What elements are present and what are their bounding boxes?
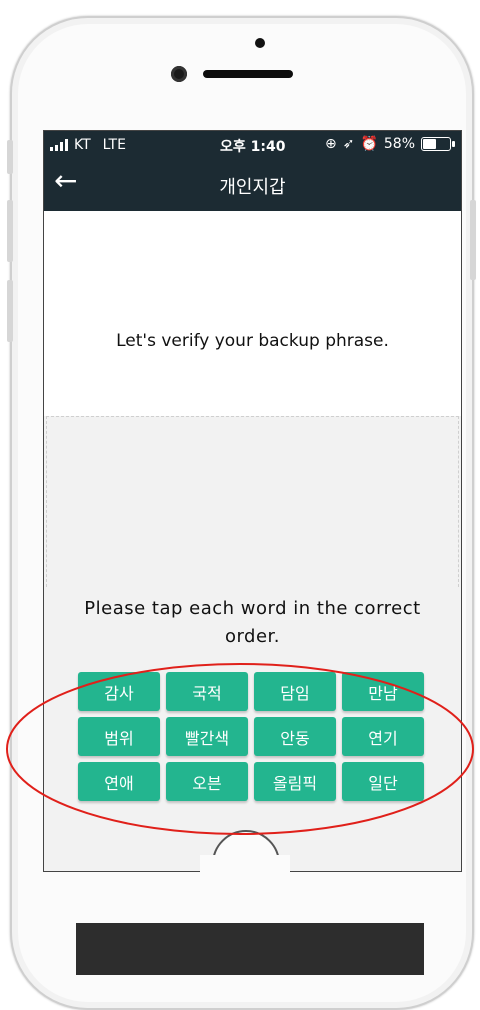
word-button[interactable]: 국적 bbox=[166, 672, 248, 711]
word-button[interactable]: 담임 bbox=[254, 672, 336, 711]
signal-icon bbox=[50, 139, 68, 151]
earpiece-speaker bbox=[203, 70, 293, 78]
page-title: 개인지갑 bbox=[219, 177, 286, 198]
word-button[interactable]: 연애 bbox=[78, 762, 160, 801]
location-icon: ➶ bbox=[342, 136, 355, 152]
network-label: LTE bbox=[102, 137, 126, 153]
proximity-sensor bbox=[255, 38, 265, 48]
alarm-icon: ⏰ bbox=[360, 136, 378, 152]
verify-text: Let's verify your backup phrase. bbox=[116, 331, 389, 351]
carrier-label: KT bbox=[74, 137, 91, 153]
mute-switch bbox=[7, 140, 13, 174]
home-button-mask bbox=[200, 855, 290, 903]
orientation-lock-icon: ⊕ bbox=[324, 136, 337, 152]
word-button[interactable]: 만남 bbox=[342, 672, 424, 711]
volume-down-button bbox=[7, 280, 13, 342]
word-button[interactable]: 감사 bbox=[78, 672, 160, 711]
battery-icon bbox=[421, 137, 455, 151]
word-button-grid: 감사 국적 담임 만남범위 빨간색 안동 연기연애 오븐 올림픽 일단 bbox=[78, 672, 424, 801]
screen: KT LTE 오후 1:40 ⊕ ➶ ⏰ 58% ← 개인지갑 Let's ve… bbox=[43, 130, 462, 872]
selected-words-dropzone[interactable] bbox=[46, 416, 459, 587]
bottom-overlay-bar bbox=[76, 923, 424, 975]
intro-area: Let's verify your backup phrase. bbox=[44, 211, 461, 416]
word-button[interactable]: 오븐 bbox=[166, 762, 248, 801]
word-button[interactable]: 빨간색 bbox=[166, 717, 248, 756]
word-button[interactable]: 안동 bbox=[254, 717, 336, 756]
power-button bbox=[470, 200, 476, 280]
instruction-text: Please tap each word in the correct orde… bbox=[84, 598, 421, 647]
word-button[interactable]: 연기 bbox=[342, 717, 424, 756]
front-camera bbox=[171, 66, 187, 82]
navigation-bar: ← 개인지갑 bbox=[44, 159, 461, 211]
word-button[interactable]: 일단 bbox=[342, 762, 424, 801]
battery-percent: 58% bbox=[383, 136, 415, 152]
word-button[interactable]: 올림픽 bbox=[254, 762, 336, 801]
volume-up-button bbox=[7, 200, 13, 262]
word-button[interactable]: 범위 bbox=[78, 717, 160, 756]
status-time: 오후 1:40 bbox=[220, 139, 286, 155]
status-bar: KT LTE 오후 1:40 ⊕ ➶ ⏰ 58% bbox=[44, 131, 461, 159]
